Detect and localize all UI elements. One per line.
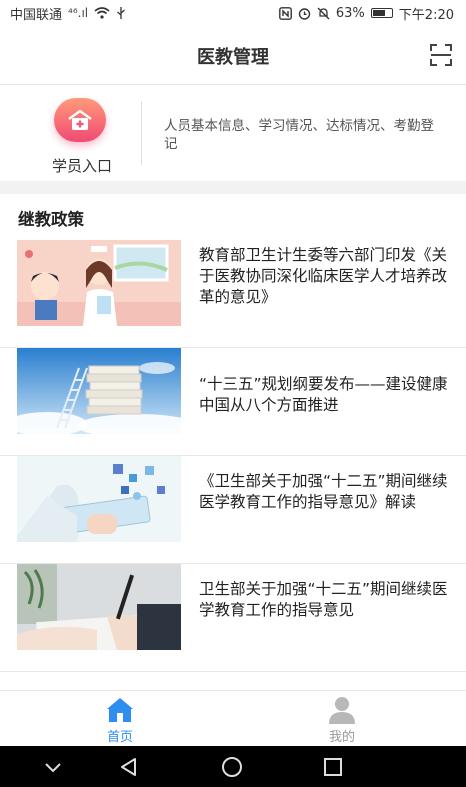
student-entry-card: 学员入口 人员基本信息、学习情况、达标情况、考勤登记 [0, 85, 466, 181]
news-title: 卫生部关于加强“十二五”期间继续医学教育工作的指导意见 [199, 580, 448, 619]
battery-icon [370, 8, 393, 18]
tab-home-label: 首页 [106, 730, 133, 745]
signal-icon: ⁴⁶.ıl [68, 6, 89, 20]
news-title: 教育部卫生计生委等六部门印发《关于医教协同深化临床医学人才培养改革的意见》 [199, 246, 448, 306]
home-icon [107, 698, 133, 722]
tab-mine-label: 我的 [328, 730, 355, 745]
page-title: 医教管理 [197, 47, 269, 68]
section-title: 继教政策 [18, 210, 84, 229]
news-title: “十三五”规划纲要发布——建设健康中国从八个方面推进 [199, 375, 448, 414]
divider [141, 101, 142, 165]
news-title: 《卫生部关于加强“十二五”期间继续医学教育工作的指导意见》解读 [199, 472, 448, 511]
user-icon [329, 697, 355, 724]
news-item[interactable]: 教育部卫生计生委等六部门印发《关于医教协同深化临床医学人才培养改革的意见》 [0, 240, 466, 348]
hand-writing-image [17, 564, 181, 650]
wifi-icon [94, 7, 110, 19]
news-item[interactable]: 《卫生部关于加强“十二五”期间继续医学教育工作的指导意见》解读 [0, 456, 466, 564]
scan-icon[interactable] [430, 44, 452, 66]
news-item[interactable]: “十三五”规划纲要发布——建设健康中国从八个方面推进 [0, 348, 466, 456]
tab-home[interactable]: 首页 [60, 691, 180, 747]
home-circle-icon[interactable] [219, 754, 245, 780]
news-item[interactable]: 卫生部关于加强“十二五”期间继续医学教育工作的指导意见 [0, 564, 466, 672]
usb-icon [117, 6, 126, 19]
student-entry-button[interactable]: 学员入口 [40, 97, 124, 175]
medical-tablet-image [17, 456, 181, 542]
hospital-icon [54, 98, 106, 142]
clock-time: 下午2:20 [398, 7, 454, 23]
battery-percent: 63% [335, 5, 365, 21]
nfc-icon [278, 6, 292, 20]
tab-mine[interactable]: 我的 [282, 691, 402, 747]
recent-apps-icon[interactable] [320, 754, 346, 780]
nurse-illustration-image [17, 240, 181, 326]
chevron-down-icon[interactable] [40, 754, 66, 780]
entry-description: 人员基本信息、学习情况、达标情况、考勤登记 [164, 118, 434, 152]
carrier-label: 中国联通 [10, 7, 63, 23]
mute-icon [317, 7, 330, 19]
alarm-icon [298, 7, 311, 20]
student-entry-label: 学员入口 [51, 157, 112, 175]
back-icon[interactable] [116, 754, 142, 780]
books-ladder-image [17, 348, 181, 434]
policy-section: 继教政策 教育部卫生计生委等六部门印发《关于医教协同深化临床医学人才培养改革的意… [0, 194, 466, 690]
status-bar: 中国联通 ⁴⁶.ıl 63% 下午2:20 [0, 0, 466, 26]
system-nav-bar [0, 746, 466, 787]
app-header: 医教管理 [0, 26, 466, 85]
bottom-tab-bar: 首页 我的 [0, 690, 466, 747]
